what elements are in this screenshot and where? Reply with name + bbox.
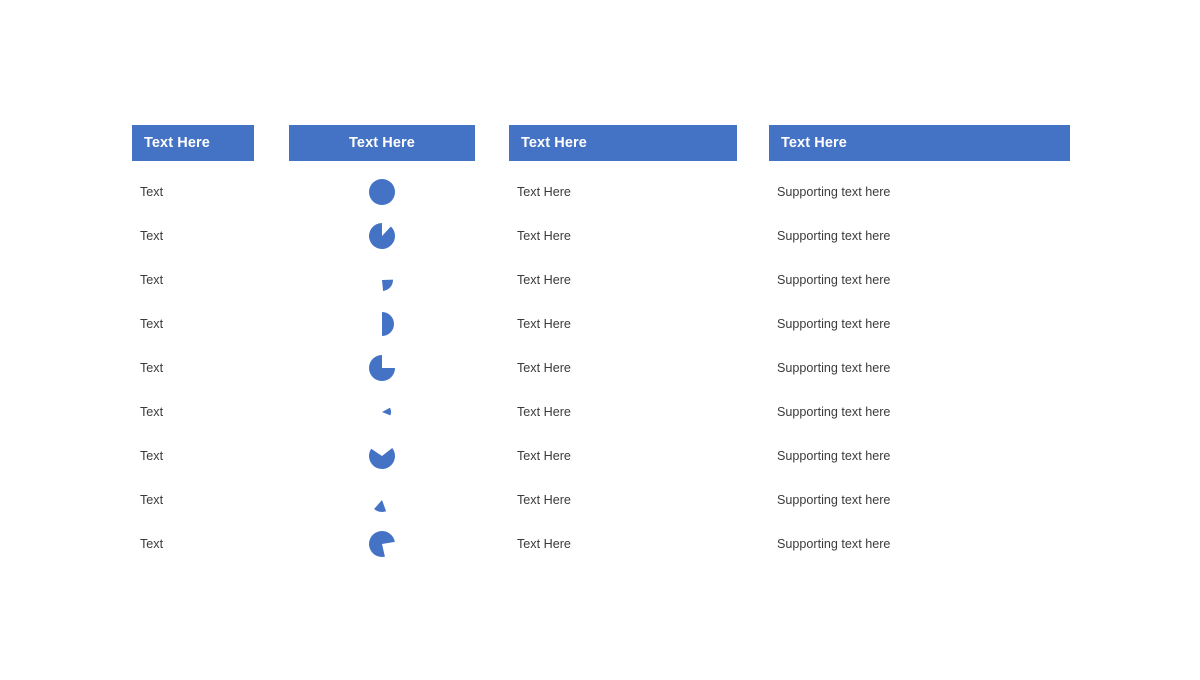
row-label-cell: Text [140, 478, 254, 522]
row-middle-label: Text Here [517, 185, 571, 199]
pie-chart-icon[interactable] [370, 268, 394, 292]
row-middle-cell: Text Here [517, 258, 737, 302]
column-header-4-label: Text Here [781, 135, 847, 151]
row-label: Text [140, 317, 164, 331]
table-row: Text Text Here Supporting text here [132, 522, 1070, 566]
row-support-cell: Supporting text here [777, 390, 1070, 434]
row-middle-cell: Text Here [517, 522, 737, 566]
row-support-label: Supporting text here [777, 405, 891, 419]
row-middle-cell: Text Here [517, 302, 737, 346]
row-middle-label: Text Here [517, 361, 571, 375]
column-header-4[interactable]: Text Here [769, 125, 1070, 161]
table-row: Text Text Here Supporting text here [132, 434, 1070, 478]
pie-chart-icon[interactable] [368, 530, 396, 558]
row-middle-cell: Text Here [517, 434, 737, 478]
column-header-3-label: Text Here [521, 135, 587, 151]
row-middle-label: Text Here [517, 449, 571, 463]
row-middle-cell: Text Here [517, 346, 737, 390]
row-label: Text [140, 229, 164, 243]
row-support-label: Supporting text here [777, 537, 891, 551]
row-pie-cell[interactable] [289, 346, 475, 390]
row-support-cell: Supporting text here [777, 522, 1070, 566]
row-label-cell: Text [140, 214, 254, 258]
table-row: Text Text Here Supporting text here [132, 302, 1070, 346]
pie-chart-icon[interactable] [368, 442, 396, 470]
slide-canvas: Text Here Text Here Text Here Text Here … [0, 0, 1200, 680]
row-support-label: Supporting text here [777, 449, 891, 463]
column-header-3[interactable]: Text Here [509, 125, 737, 161]
row-support-cell: Supporting text here [777, 302, 1070, 346]
row-middle-label: Text Here [517, 229, 571, 243]
row-support-cell: Supporting text here [777, 258, 1070, 302]
row-support-cell: Supporting text here [777, 434, 1070, 478]
pie-chart-icon[interactable] [368, 178, 396, 206]
row-middle-label: Text Here [517, 493, 571, 507]
row-pie-cell[interactable] [289, 258, 475, 302]
row-support-cell: Supporting text here [777, 478, 1070, 522]
table-row: Text Text Here Supporting text here [132, 478, 1070, 522]
row-middle-label: Text Here [517, 317, 571, 331]
row-pie-cell[interactable] [289, 302, 475, 346]
row-middle-cell: Text Here [517, 478, 737, 522]
row-middle-label: Text Here [517, 273, 571, 287]
row-label: Text [140, 449, 164, 463]
row-support-label: Supporting text here [777, 317, 891, 331]
row-middle-cell: Text Here [517, 214, 737, 258]
row-label: Text [140, 537, 164, 551]
column-header-1-label: Text Here [144, 135, 210, 151]
row-pie-cell[interactable] [289, 478, 475, 522]
row-pie-cell[interactable] [289, 522, 475, 566]
row-support-label: Supporting text here [777, 361, 891, 375]
row-label: Text [140, 405, 164, 419]
row-label: Text [140, 185, 164, 199]
table-row: Text Text Here Supporting text here [132, 214, 1070, 258]
row-pie-cell[interactable] [289, 390, 475, 434]
row-support-cell: Supporting text here [777, 214, 1070, 258]
pie-chart-icon[interactable] [372, 402, 392, 422]
table-row: Text Text Here Supporting text here [132, 170, 1070, 214]
row-label: Text [140, 273, 164, 287]
row-label-cell: Text [140, 346, 254, 390]
row-pie-cell[interactable] [289, 434, 475, 478]
row-label-cell: Text [140, 390, 254, 434]
row-label-cell: Text [140, 522, 254, 566]
column-header-1[interactable]: Text Here [132, 125, 254, 161]
table-row: Text Text Here Supporting text here [132, 346, 1070, 390]
column-header-2-label: Text Here [349, 135, 415, 151]
row-support-label: Supporting text here [777, 493, 891, 507]
row-middle-cell: Text Here [517, 390, 737, 434]
row-label-cell: Text [140, 302, 254, 346]
row-middle-label: Text Here [517, 537, 571, 551]
row-label: Text [140, 361, 164, 375]
table-header-row: Text Here Text Here Text Here Text Here [132, 125, 1070, 161]
pie-chart-icon[interactable] [368, 354, 396, 382]
row-middle-cell: Text Here [517, 170, 737, 214]
row-pie-cell[interactable] [289, 214, 475, 258]
pie-chart-icon[interactable] [368, 222, 396, 250]
row-label-cell: Text [140, 258, 254, 302]
row-pie-cell[interactable] [289, 170, 475, 214]
row-support-label: Supporting text here [777, 229, 891, 243]
row-support-cell: Supporting text here [777, 346, 1070, 390]
table-row: Text Text Here Supporting text here [132, 390, 1070, 434]
row-support-cell: Supporting text here [777, 170, 1070, 214]
pie-chart-icon[interactable] [369, 311, 395, 337]
row-middle-label: Text Here [517, 405, 571, 419]
row-label-cell: Text [140, 434, 254, 478]
row-label: Text [140, 493, 164, 507]
row-label-cell: Text [140, 170, 254, 214]
pie-chart-icon[interactable] [369, 487, 395, 513]
row-support-label: Supporting text here [777, 185, 891, 199]
column-header-2[interactable]: Text Here [289, 125, 475, 161]
table-row: Text Text Here Supporting text here [132, 258, 1070, 302]
table-body: Text Text Here Supporting text here Text Tex… [132, 170, 1070, 566]
row-support-label: Supporting text here [777, 273, 891, 287]
